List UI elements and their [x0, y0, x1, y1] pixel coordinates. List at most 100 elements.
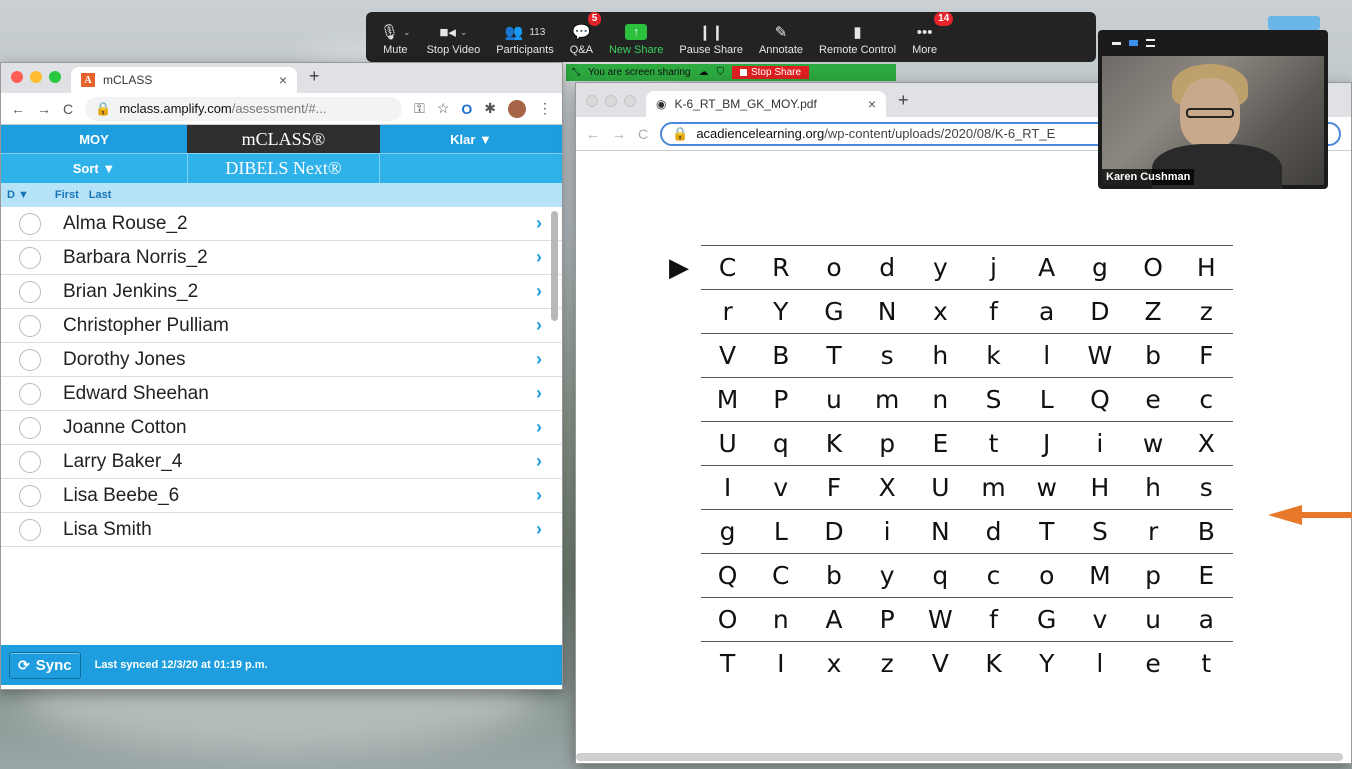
reload-icon[interactable]: C [638, 126, 648, 142]
kebab-menu-icon[interactable]: ⋮ [538, 100, 552, 117]
chevron-right-icon[interactable]: › [536, 383, 542, 404]
chevron-right-icon[interactable]: › [536, 349, 542, 370]
student-row[interactable]: Lisa Smith › [1, 513, 562, 547]
more-label: More [912, 44, 938, 56]
video-panel[interactable]: Karen Cushman [1098, 30, 1328, 189]
new-share-button[interactable]: ↑ New Share [601, 12, 671, 62]
speaker-view-icon[interactable] [1129, 40, 1138, 46]
maximize-window-button[interactable] [49, 71, 61, 83]
close-tab-icon[interactable]: × [279, 72, 287, 88]
participants-button[interactable]: 👥 113 Participants [488, 12, 561, 62]
letter-cell: P [773, 385, 789, 414]
profile-avatar-icon[interactable] [508, 99, 526, 118]
new-tab-button[interactable]: + [297, 66, 332, 93]
maximize-window-button[interactable] [624, 95, 636, 107]
letter-cell: Y [1039, 649, 1055, 678]
remote-control-button[interactable]: ▮ Remote Control [811, 12, 904, 62]
minimize-window-button[interactable] [30, 71, 42, 83]
minimize-video-icon[interactable] [1112, 41, 1121, 45]
back-icon[interactable]: ← [586, 126, 600, 142]
lock-icon: 🔒 [95, 100, 112, 116]
url-field[interactable]: 🔒 mclass.amplify.com/assessment/#... [85, 96, 403, 121]
letter-cell: g [1091, 253, 1108, 282]
close-window-button[interactable] [586, 95, 598, 107]
annotate-button[interactable]: ✎ Annotate [751, 12, 811, 62]
mute-button[interactable]: 🎙 ⌄ Mute [372, 12, 419, 62]
select-radio[interactable] [19, 280, 41, 303]
student-row[interactable]: Edward Sheehan › [1, 377, 562, 411]
select-radio[interactable] [19, 518, 41, 541]
chevron-right-icon[interactable]: › [536, 485, 542, 506]
video-person [1186, 108, 1234, 118]
chevron-right-icon[interactable]: › [536, 519, 542, 540]
select-radio[interactable] [19, 212, 41, 235]
select-radio[interactable] [19, 416, 41, 439]
stop-video-button[interactable]: ■◂ ⌄ Stop Video [419, 12, 489, 62]
student-row[interactable]: Christopher Pulliam › [1, 309, 562, 343]
list-scrollbar[interactable] [551, 211, 558, 321]
d-sort-toggle[interactable]: D ▼ [7, 189, 29, 201]
select-radio[interactable] [19, 382, 41, 405]
select-radio[interactable] [19, 484, 41, 507]
tab-mclass[interactable]: A mCLASS × [71, 67, 297, 93]
letter-row: V B Ts h k l Wb F [701, 333, 1233, 377]
mclass-footer: ⟳ Sync Last synced 12/3/20 at 01:19 p.m. [1, 645, 562, 685]
desktop-folder-icon[interactable] [1268, 16, 1320, 30]
pdf-viewer[interactable]: ▶ C Ro d y j Ag O Hr Y G Nx f a D Zz V B Ts h k l Wb F M Pu m n S L Qe… [576, 151, 1351, 763]
period-selector[interactable]: MOY [1, 125, 187, 153]
qa-button[interactable]: 💬 5 Q&A [562, 12, 602, 62]
share-drag-icon[interactable]: ⤡ [572, 67, 580, 78]
letter-cell: W [927, 605, 953, 634]
key-icon[interactable]: ⚿ [414, 100, 425, 117]
student-row[interactable]: Brian Jenkins_2 › [1, 275, 562, 309]
video-menu-icon[interactable] [1146, 39, 1155, 47]
sort-menu[interactable]: Sort ▼ [1, 154, 187, 183]
puzzle-icon[interactable]: ✱ [484, 100, 496, 117]
forward-icon[interactable]: → [612, 126, 626, 142]
horizontal-scrollbar[interactable] [576, 753, 1343, 761]
stop-icon [739, 69, 747, 76]
close-window-button[interactable] [11, 71, 23, 83]
select-radio[interactable] [19, 246, 41, 269]
student-row[interactable]: Larry Baker_4 › [1, 445, 562, 479]
sort-first-name[interactable]: First [55, 189, 79, 201]
pause-share-button[interactable]: ❙❙ Pause Share [671, 12, 751, 62]
chevron-right-icon[interactable]: › [536, 247, 542, 268]
forward-icon[interactable]: → [37, 101, 51, 117]
more-icon: ••• [916, 23, 933, 41]
chevron-right-icon[interactable]: › [536, 315, 542, 336]
new-tab-button[interactable]: + [886, 90, 921, 117]
user-menu[interactable]: Klar ▼ [380, 125, 562, 153]
stop-share-button[interactable]: Stop Share [731, 66, 810, 79]
back-icon[interactable]: ← [11, 101, 25, 117]
student-row[interactable]: Barbara Norris_2 › [1, 241, 562, 275]
chevron-right-icon[interactable]: › [536, 281, 542, 302]
letter-row: Q Cb y q c o Mp E [701, 553, 1233, 597]
letter-row: T Ix z V K Yl e t [701, 641, 1233, 685]
chevron-down-icon[interactable]: ⌄ [403, 27, 411, 38]
student-row[interactable]: Lisa Beebe_6 › [1, 479, 562, 513]
student-name: Barbara Norris_2 [63, 246, 208, 268]
star-icon[interactable]: ☆ [437, 100, 450, 117]
sort-last-name[interactable]: Last [89, 189, 112, 201]
extension-o-icon[interactable]: O [461, 101, 472, 117]
reload-icon[interactable]: C [63, 101, 73, 117]
chevron-right-icon[interactable]: › [536, 451, 542, 472]
sync-button[interactable]: ⟳ Sync [9, 651, 81, 679]
tab-pdf[interactable]: ◉ K-6_RT_BM_GK_MOY.pdf × [646, 91, 886, 117]
student-row[interactable]: Joanne Cotton › [1, 411, 562, 445]
chevron-down-icon[interactable]: ⌄ [460, 27, 468, 38]
chevron-right-icon[interactable]: › [536, 417, 542, 438]
select-radio[interactable] [19, 348, 41, 371]
close-tab-icon[interactable]: × [868, 96, 876, 112]
subheader-empty-cell [380, 154, 562, 183]
select-radio[interactable] [19, 450, 41, 473]
student-row[interactable]: Alma Rouse_2 › [1, 207, 562, 241]
minimize-window-button[interactable] [605, 95, 617, 107]
letter-cell: s [880, 341, 894, 370]
participant-video [1102, 56, 1324, 189]
student-row[interactable]: Dorothy Jones › [1, 343, 562, 377]
more-button[interactable]: ••• 14 More [904, 12, 954, 62]
select-radio[interactable] [19, 314, 41, 337]
chevron-right-icon[interactable]: › [536, 213, 542, 234]
